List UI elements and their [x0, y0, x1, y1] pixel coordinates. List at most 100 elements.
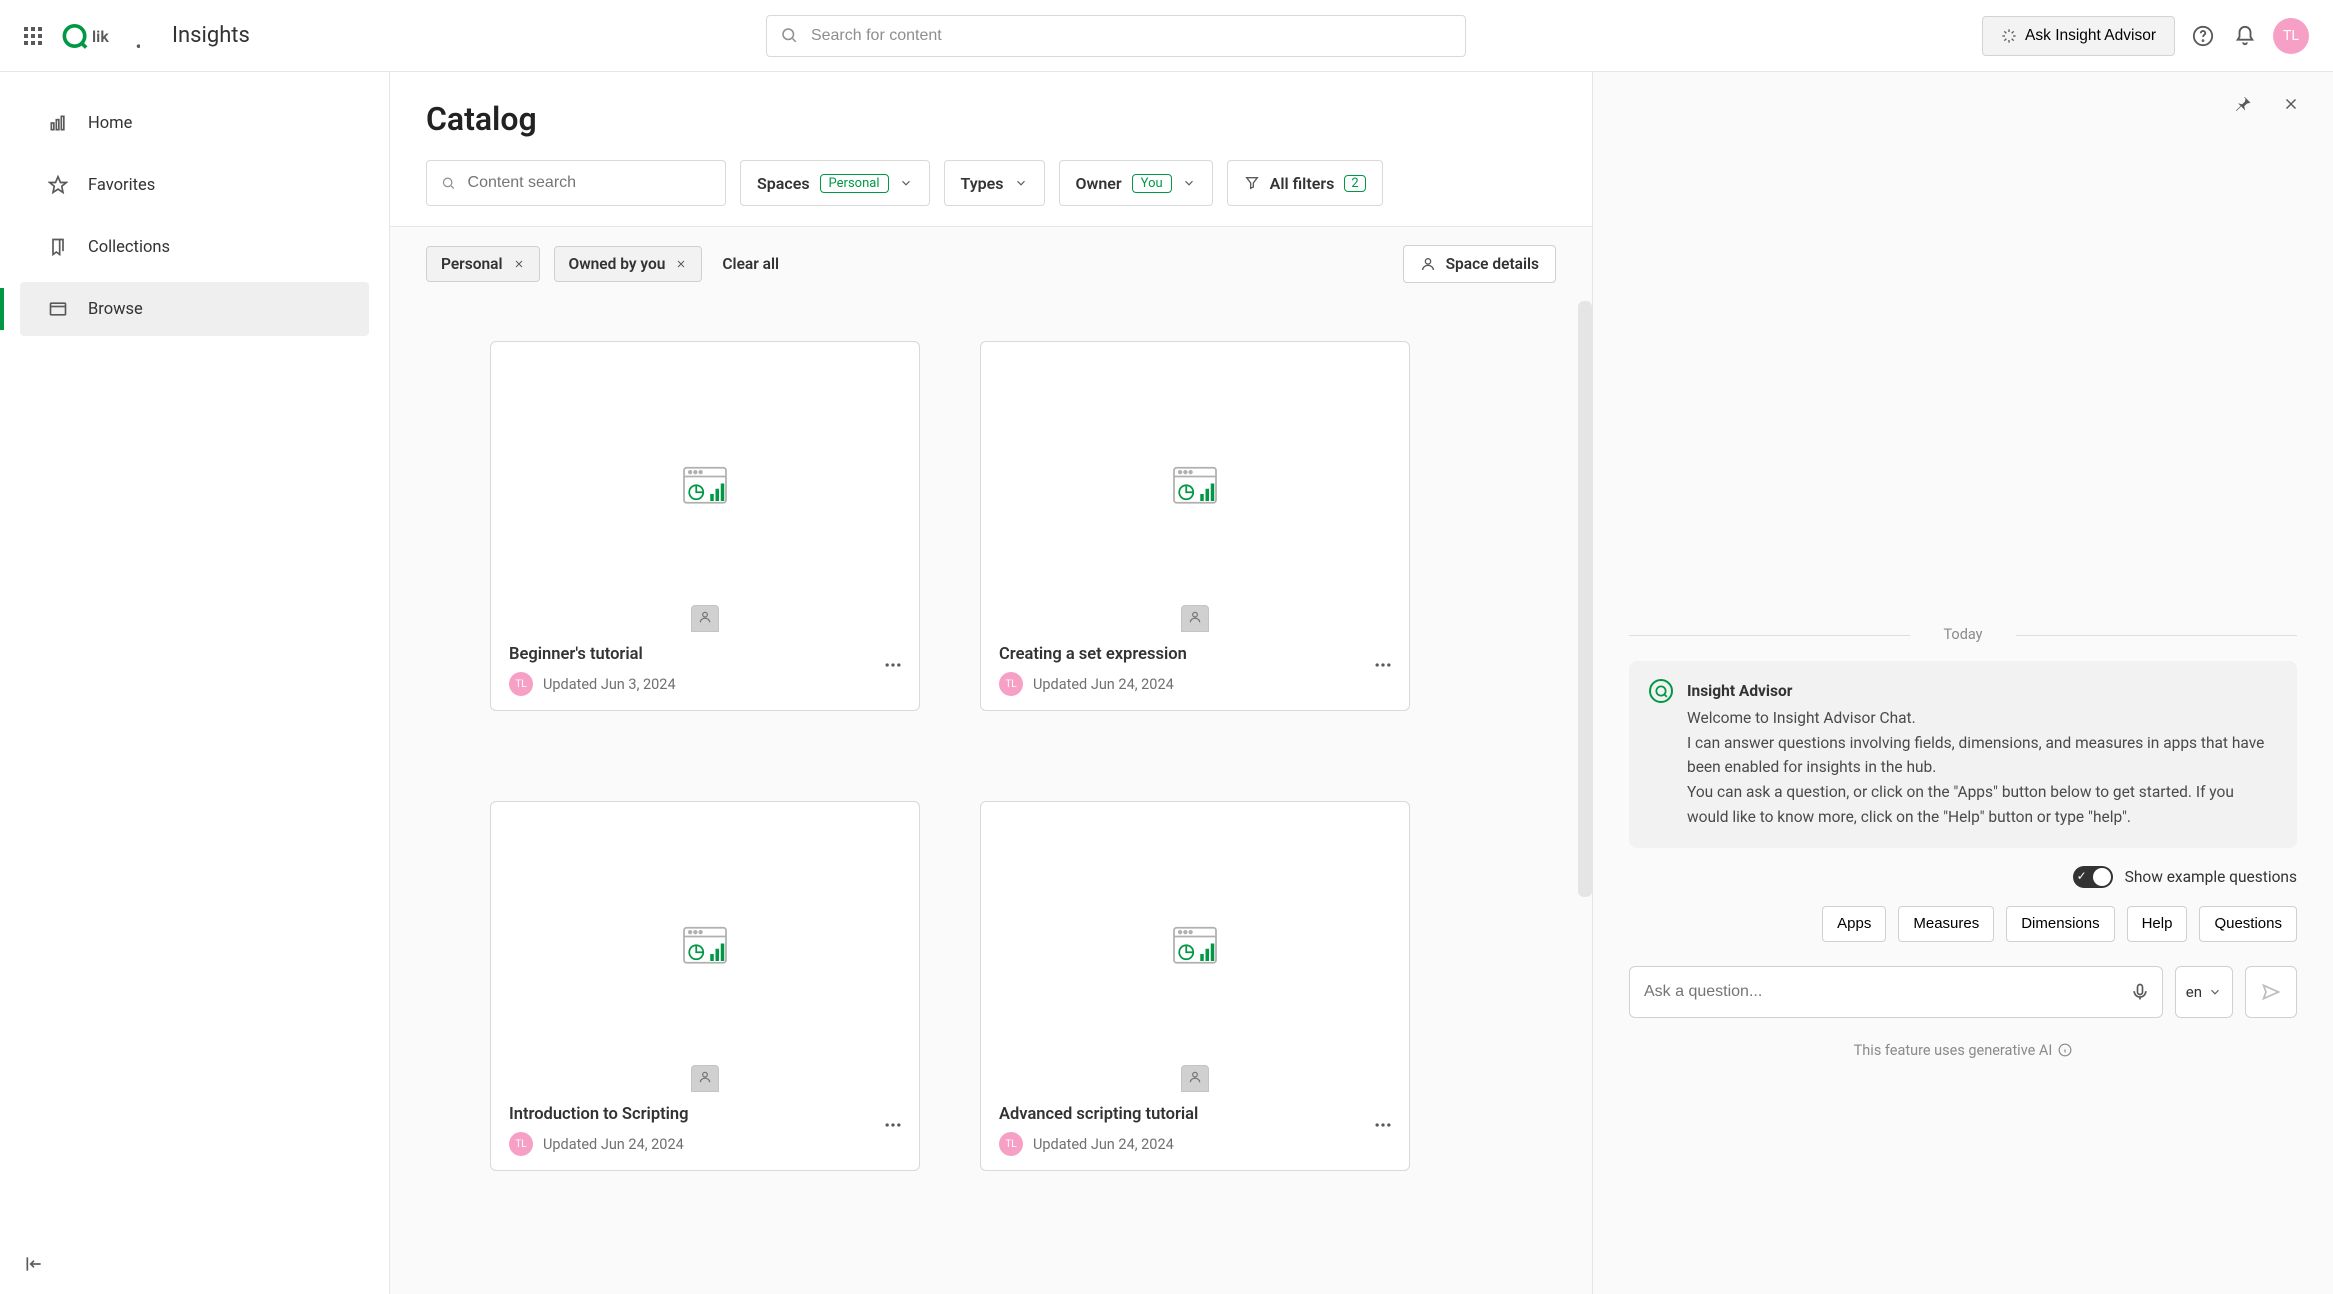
owner-filter[interactable]: Owner You — [1059, 160, 1213, 206]
card-more-button[interactable] — [1367, 1109, 1399, 1141]
owner-avatar: TL — [509, 672, 533, 696]
bot-avatar-icon — [1649, 679, 1673, 703]
app-thumbnail-icon — [677, 459, 733, 515]
ask-insight-advisor-button[interactable]: Ask Insight Advisor — [1982, 16, 2175, 56]
app-header: lik Insights Ask Insight Advisor TL — [0, 0, 2333, 72]
collapse-icon — [24, 1254, 44, 1274]
info-icon[interactable] — [2058, 1043, 2072, 1057]
help-icon — [2192, 25, 2214, 47]
chat-line: You can ask a question, or click on the … — [1687, 780, 2277, 830]
genai-notice: This feature uses generative AI — [1629, 1026, 2297, 1079]
svg-text:lik: lik — [92, 26, 109, 45]
page-title: Catalog — [426, 100, 1556, 138]
help-button[interactable] — [2189, 22, 2217, 50]
quick-action-measures[interactable]: Measures — [1898, 906, 1994, 942]
close-panel-button[interactable] — [2277, 90, 2305, 118]
sidebar-item-label: Collections — [88, 238, 170, 257]
qlik-logo[interactable]: lik — [60, 20, 140, 52]
sidebar-item-favorites[interactable]: Favorites — [20, 158, 369, 212]
chat-input-wrap — [1629, 966, 2163, 1018]
sidebar-item-label: Home — [88, 114, 132, 133]
more-icon — [883, 1115, 903, 1135]
cards-container: Beginner's tutorial TL Updated Jun 3, 20… — [390, 301, 1592, 1294]
catalog-toolbar: Spaces Personal Types Owner You — [426, 160, 1556, 206]
active-filters-bar: Personal Owned by you Clear all Space de… — [390, 226, 1592, 301]
quick-actions: Apps Measures Dimensions Help Questions — [1629, 906, 2297, 942]
chip-label: Owned by you — [569, 255, 666, 273]
sidebar-item-home[interactable]: Home — [20, 96, 369, 150]
app-card[interactable]: Advanced scripting tutorial TL Updated J… — [980, 801, 1410, 1171]
all-filters-button[interactable]: All filters 2 — [1227, 160, 1383, 206]
space-badge — [1181, 605, 1209, 632]
chat-body: Today Insight Advisor Welcome to Insight… — [1593, 136, 2333, 1294]
card-title: Introduction to Scripting — [509, 1105, 901, 1124]
microphone-icon[interactable] — [2130, 982, 2150, 1002]
content-search[interactable] — [426, 160, 726, 206]
show-example-toggle[interactable] — [2073, 866, 2113, 888]
chip-label: Personal — [441, 255, 503, 273]
types-label: Types — [961, 174, 1004, 193]
space-badge — [691, 1065, 719, 1092]
show-example-toggle-row: Show example questions — [1629, 848, 2297, 906]
bell-icon — [2234, 25, 2256, 47]
content-search-input[interactable] — [466, 173, 711, 193]
ask-button-label: Ask Insight Advisor — [2025, 27, 2156, 45]
language-dropdown[interactable]: en — [2175, 966, 2233, 1018]
space-details-button[interactable]: Space details — [1403, 245, 1556, 283]
card-meta: TL Updated Jun 24, 2024 — [999, 1132, 1391, 1156]
card-more-button[interactable] — [877, 1109, 909, 1141]
header-actions: Ask Insight Advisor TL — [1982, 16, 2309, 56]
scrollbar[interactable] — [1578, 301, 1592, 897]
app-card[interactable]: Beginner's tutorial TL Updated Jun 3, 20… — [490, 341, 920, 711]
genai-text: This feature uses generative AI — [1854, 1042, 2053, 1059]
sidebar-item-browse[interactable]: Browse — [20, 282, 369, 336]
chevron-down-icon — [1014, 176, 1028, 190]
quick-action-questions[interactable]: Questions — [2199, 906, 2297, 942]
spaces-filter[interactable]: Spaces Personal — [740, 160, 930, 206]
updated-text: Updated Jun 24, 2024 — [1033, 1136, 1174, 1153]
star-icon — [48, 175, 68, 195]
chat-input[interactable] — [1642, 982, 2130, 1002]
chevron-down-icon — [899, 176, 913, 190]
chat-header — [1593, 72, 2333, 136]
send-button[interactable] — [2245, 966, 2297, 1018]
date-separator: Today — [1629, 626, 2297, 643]
card-preview — [491, 342, 919, 631]
filter-chip-owned-by-you[interactable]: Owned by you — [554, 246, 703, 282]
notifications-button[interactable] — [2231, 22, 2259, 50]
card-footer: Beginner's tutorial TL Updated Jun 3, 20… — [491, 631, 919, 710]
collapse-sidebar-button[interactable] — [0, 1238, 389, 1294]
pin-icon — [2234, 95, 2252, 113]
sidebar: Home Favorites Collections Browse — [0, 72, 390, 1294]
app-card[interactable]: Creating a set expression TL Updated Jun… — [980, 341, 1410, 711]
chat-message: Insight Advisor Welcome to Insight Advis… — [1629, 661, 2297, 848]
filter-icon — [1244, 175, 1260, 191]
types-filter[interactable]: Types — [944, 160, 1045, 206]
pin-button[interactable] — [2229, 90, 2257, 118]
global-search — [766, 15, 1466, 57]
card-footer: Advanced scripting tutorial TL Updated J… — [981, 1091, 1409, 1170]
sidebar-item-collections[interactable]: Collections — [20, 220, 369, 274]
quick-action-apps[interactable]: Apps — [1822, 906, 1886, 942]
bookmark-icon — [48, 237, 68, 257]
quick-action-help[interactable]: Help — [2127, 906, 2188, 942]
updated-text: Updated Jun 24, 2024 — [543, 1136, 684, 1153]
owner-label: Owner — [1076, 174, 1122, 193]
card-title: Creating a set expression — [999, 645, 1391, 664]
app-card[interactable]: Introduction to Scripting TL Updated Jun… — [490, 801, 920, 1171]
filter-chip-personal[interactable]: Personal — [426, 246, 540, 282]
card-more-button[interactable] — [877, 649, 909, 681]
catalog-header: Catalog Spaces Personal Types — [390, 72, 1592, 226]
clear-all-filters[interactable]: Clear all — [722, 255, 779, 273]
app-launcher-icon[interactable] — [24, 27, 42, 45]
global-search-input[interactable] — [766, 15, 1466, 57]
all-filters-label: All filters — [1270, 174, 1335, 193]
user-avatar[interactable]: TL — [2273, 18, 2309, 54]
sidebar-item-label: Browse — [88, 300, 143, 319]
card-more-button[interactable] — [1367, 649, 1399, 681]
chat-line: Welcome to Insight Advisor Chat. — [1687, 706, 2277, 731]
user-icon — [698, 1070, 712, 1084]
sparkle-icon — [2001, 28, 2017, 44]
owner-avatar: TL — [509, 1132, 533, 1156]
quick-action-dimensions[interactable]: Dimensions — [2006, 906, 2114, 942]
